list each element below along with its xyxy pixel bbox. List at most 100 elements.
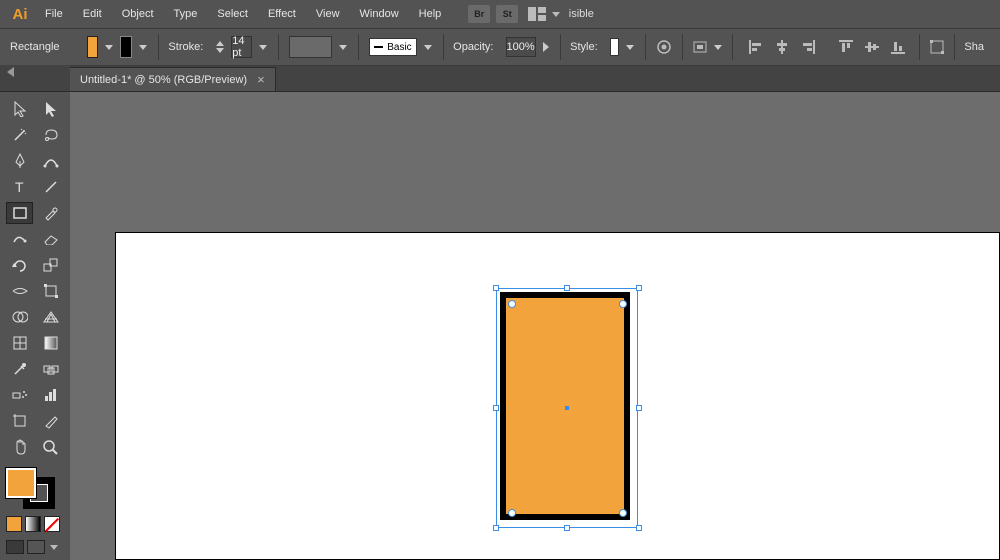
lasso-tool[interactable] [37,124,64,146]
opacity-value[interactable]: 100% [506,37,536,57]
menu-window[interactable]: Window [351,4,408,24]
eraser-tool[interactable] [37,228,64,250]
resize-handle-ml[interactable] [493,405,499,411]
gradient-tool[interactable] [37,332,64,354]
align-to-icon[interactable] [692,36,708,58]
stroke-weight[interactable]: 14 pt [231,36,252,58]
menu-select[interactable]: Select [208,4,257,24]
color-mode-icon[interactable] [6,516,22,532]
align-vcenter-icon[interactable] [861,36,883,58]
curvature-tool[interactable] [37,150,64,172]
magic-wand-tool[interactable] [6,124,33,146]
work-area: T [0,92,1000,560]
menu-object[interactable]: Object [113,4,163,24]
paintbrush-tool[interactable] [37,202,64,224]
variable-width-profile[interactable] [289,36,333,58]
style-label: Style: [570,41,598,53]
brush-dropdown[interactable] [423,36,433,58]
align-bottom-icon[interactable] [887,36,909,58]
fill-swatch[interactable] [87,36,98,58]
shape-builder-tool[interactable] [6,306,33,328]
width-tool[interactable] [6,280,33,302]
menu-edit[interactable]: Edit [74,4,111,24]
direct-selection-tool[interactable] [37,98,64,120]
opacity-dropdown[interactable] [542,36,550,58]
gradient-mode-icon[interactable] [25,516,41,532]
free-transform-tool[interactable] [37,280,64,302]
shaper-tool[interactable] [6,228,33,250]
rectangle-tool[interactable] [6,202,33,224]
variable-width-dropdown[interactable] [338,36,348,58]
resize-handle-tl[interactable] [493,285,499,291]
shaper-label[interactable]: Sha [964,41,984,53]
stroke-weight-dropdown[interactable] [258,36,268,58]
resize-handle-bl[interactable] [493,525,499,531]
resize-handle-mr[interactable] [636,405,642,411]
stroke-dropdown[interactable] [138,36,148,58]
artboard-tool[interactable] [6,410,33,432]
menu-file[interactable]: File [36,4,72,24]
graphic-style[interactable] [610,38,620,56]
rotate-tool[interactable] [6,254,33,276]
align-hcenter-icon[interactable] [771,36,793,58]
gpu-preview-icon[interactable]: isible [570,5,592,23]
recolor-artwork-icon[interactable] [656,36,672,58]
menu-view[interactable]: View [307,4,349,24]
fill-color-icon[interactable] [6,468,36,498]
menu-type[interactable]: Type [165,4,207,24]
corner-widget-tl[interactable] [508,300,516,308]
arrange-docs-icon[interactable] [526,5,548,23]
tools-panel: T [0,92,70,560]
none-mode-icon[interactable] [44,516,60,532]
perspective-grid-tool[interactable] [37,306,64,328]
transform-icon[interactable] [930,36,944,58]
fill-dropdown[interactable] [104,36,114,58]
menu-effect[interactable]: Effect [259,4,305,24]
zoom-tool[interactable] [37,436,64,458]
pen-tool[interactable] [6,150,33,172]
type-tool[interactable]: T [6,176,33,198]
canvas[interactable] [70,92,1000,560]
stock-icon[interactable]: St [496,5,518,23]
menu-bar: Ai File Edit Object Type Select Effect V… [0,0,1000,28]
eyedropper-tool[interactable] [6,358,33,380]
stroke-swatch[interactable] [120,36,131,58]
blend-tool[interactable] [37,358,64,380]
tab-strip: Untitled-1* @ 50% (RGB/Preview) × [0,66,1000,92]
align-to-dropdown[interactable] [714,45,722,50]
align-right-icon[interactable] [797,36,819,58]
line-segment-tool[interactable] [37,176,64,198]
document-tab[interactable]: Untitled-1* @ 50% (RGB/Preview) × [70,67,276,91]
normal-screen-mode-icon[interactable] [6,540,24,554]
hand-tool[interactable] [6,436,33,458]
selection-tool[interactable] [6,98,33,120]
screen-mode-dropdown[interactable] [48,540,60,554]
resize-handle-tm[interactable] [564,285,570,291]
column-graph-tool[interactable] [37,384,64,406]
symbol-sprayer-tool[interactable] [6,384,33,406]
fill-stroke-indicator[interactable] [6,468,54,508]
menu-help[interactable]: Help [410,4,451,24]
align-left-icon[interactable] [745,36,767,58]
panel-collapse-nub[interactable] [0,65,70,91]
fullscreen-mode-icon[interactable] [27,540,45,554]
resize-handle-tr[interactable] [636,285,642,291]
slice-tool[interactable] [37,410,64,432]
stroke-stepper[interactable] [215,36,225,58]
corner-widget-tr[interactable] [619,300,627,308]
corner-widget-br[interactable] [619,509,627,517]
corner-widget-bl[interactable] [508,509,516,517]
mesh-tool[interactable] [6,332,33,354]
align-top-icon[interactable] [835,36,857,58]
bridge-icon[interactable]: Br [468,5,490,23]
style-dropdown[interactable] [625,36,635,58]
arrange-docs-dropdown[interactable] [550,12,562,17]
scale-tool[interactable] [37,254,64,276]
brush-definition[interactable]: Basic [369,38,417,56]
close-icon[interactable]: × [257,72,265,87]
control-bar: Rectangle Stroke: 14 pt Basic Opacity: 1… [0,28,1000,66]
resize-handle-bm[interactable] [564,525,570,531]
opacity-label: Opacity: [453,41,493,53]
shape-name: Rectangle [10,41,60,53]
resize-handle-br[interactable] [636,525,642,531]
